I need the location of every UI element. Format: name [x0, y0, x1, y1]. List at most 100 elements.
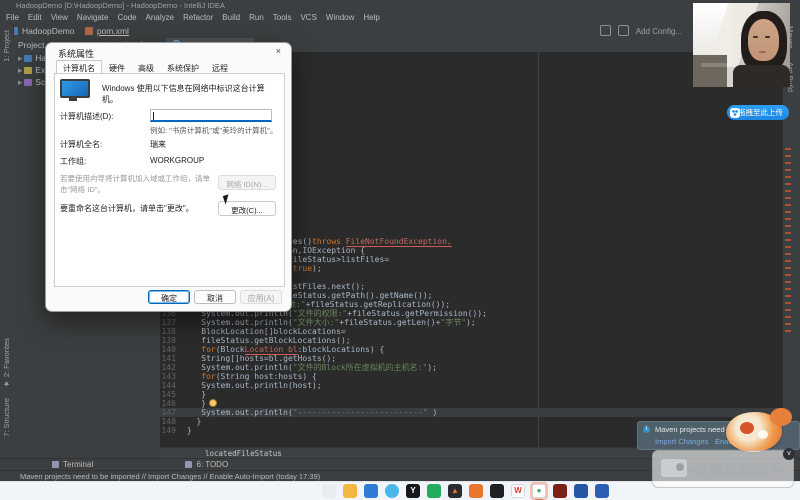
- chevron-right-icon: ▸: [18, 65, 22, 75]
- network-id-help-text: 若要使用向导将计算机加入域或工作组，请单击"网络 ID"。: [60, 173, 210, 195]
- intellij-idea-icon[interactable]: [490, 484, 504, 498]
- webcam-overlay: [693, 3, 790, 87]
- menu-run[interactable]: Run: [249, 13, 264, 22]
- blue-app-icon[interactable]: [574, 484, 588, 498]
- menu-code[interactable]: Code: [117, 13, 136, 22]
- mascot-sticker: [718, 408, 796, 454]
- share-icon: [730, 108, 740, 118]
- computer-description-label: 计算机描述(D):: [60, 111, 113, 122]
- info-icon: i: [643, 426, 650, 433]
- intention-bulb-icon[interactable]: [209, 399, 217, 407]
- dialog-title: 系统属性: [58, 47, 94, 60]
- ok-button[interactable]: 确定: [148, 290, 190, 304]
- menu-refactor[interactable]: Refactor: [183, 13, 213, 22]
- code-line: 142 System.out.println("文件的Block所在虚拟机的主机…: [160, 363, 782, 372]
- tool-tab-terminal[interactable]: Terminal: [52, 460, 93, 469]
- folder-icon[interactable]: [343, 484, 357, 498]
- screen-recorder-icon[interactable]: ●: [532, 484, 546, 498]
- code-line: 145 }: [160, 390, 782, 399]
- full-name-value: 瑞来: [150, 139, 166, 150]
- menu-edit[interactable]: Edit: [28, 13, 42, 22]
- person-face: [748, 19, 779, 61]
- watermark-text: 全能录屏助手: [693, 460, 783, 480]
- darkred-app-icon[interactable]: [553, 484, 567, 498]
- camera-icon: [661, 459, 687, 477]
- menu-view[interactable]: View: [51, 13, 68, 22]
- tool-tab-structure[interactable]: 7: Structure: [2, 398, 11, 437]
- code-line: 143 for(String host:hosts) {: [160, 372, 782, 381]
- matlab-icon[interactable]: ▲: [448, 484, 462, 498]
- text-caret: [153, 112, 154, 120]
- todo-icon: [185, 461, 192, 468]
- code-line: 139 fileStatus.getBlockLocations();: [160, 336, 782, 345]
- full-name-label: 计算机全名:: [60, 139, 102, 150]
- word-app-icon[interactable]: [595, 484, 609, 498]
- store-icon[interactable]: [364, 484, 378, 498]
- menu-help[interactable]: Help: [363, 13, 379, 22]
- person-eye: [765, 36, 770, 38]
- office-cube-icon[interactable]: [469, 484, 483, 498]
- dialog-close-icon[interactable]: ×: [276, 46, 281, 56]
- network-id-button[interactable]: 网络 ID(N)...: [218, 175, 276, 190]
- tool-tab-favorites[interactable]: ★ 2: Favorites: [2, 338, 11, 388]
- workgroup-value: WORKGROUP: [150, 156, 204, 165]
- code-line: 137 System.out.println("文件大小:"+fileStatu…: [160, 318, 782, 327]
- wrench-icon: [618, 25, 629, 36]
- chevron-right-icon: ▸: [18, 77, 22, 87]
- computer-monitor-icon: [60, 79, 90, 98]
- maven-file-icon: [85, 27, 93, 35]
- edge-browser-icon[interactable]: [385, 484, 399, 498]
- code-line: 147 System.out.println("----------------…: [160, 408, 782, 417]
- recorder-watermark: 全能录屏助手: [652, 450, 794, 488]
- cancel-button[interactable]: 取消: [194, 290, 236, 304]
- furniture: [693, 55, 727, 87]
- tool-tab-todo[interactable]: 6: TODO: [185, 460, 228, 469]
- run-config-area[interactable]: Add Config...: [600, 25, 682, 38]
- system-properties-dialog: 系统属性 × 计算机名硬件高级系统保护远程 Windows 使用以下信息在网络中…: [45, 42, 292, 312]
- shelf: [701, 63, 727, 67]
- green-app-icon[interactable]: [427, 484, 441, 498]
- code-line: 138 BlockLocation[]blockLocations=: [160, 327, 782, 336]
- apply-button[interactable]: 应用(A): [240, 290, 282, 304]
- person-mouth: [759, 51, 766, 53]
- code-line: 141 String[]hosts=bl.getHosts();: [160, 354, 782, 363]
- menu-window[interactable]: Window: [326, 13, 354, 22]
- rename-help-text: 要重命名这台计算机，请单击"更改"。: [60, 203, 220, 214]
- drag-upload-button[interactable]: 拖拽至此上传: [727, 105, 789, 120]
- dialog-tabs: 计算机名硬件高级系统保护远程: [56, 60, 235, 74]
- add-configuration-button[interactable]: Add Config...: [636, 27, 682, 36]
- code-line: 140 for(BlockLocation bl:blockLocations)…: [160, 345, 782, 354]
- menu-vcs[interactable]: VCS: [300, 13, 316, 22]
- code-line: 144 System.out.println(host);: [160, 381, 782, 390]
- v-badge-icon: v: [783, 448, 795, 460]
- import-changes-link[interactable]: Import Changes: [655, 437, 708, 446]
- chevron-right-icon: ▸: [18, 53, 22, 63]
- menu-file[interactable]: File: [6, 13, 19, 22]
- person-body: [733, 65, 790, 87]
- folder-icon: [24, 55, 32, 62]
- computer-description-input[interactable]: [150, 109, 272, 122]
- menu-build[interactable]: Build: [222, 13, 240, 22]
- screens-icon: [600, 25, 611, 36]
- menu-bar: File Edit View Navigate Code Analyze Refactor B…: [0, 12, 800, 24]
- folder-icon: [24, 79, 32, 86]
- window-title: HadoopDemo [D:\HadoopDemo] - HadoopDemo …: [0, 0, 800, 12]
- description-example-hint: 例如: "书房计算机"或"美玲的计算机"。: [150, 125, 277, 136]
- file-crumb[interactable]: pom.xml: [85, 26, 129, 36]
- app-y-icon[interactable]: Y: [406, 484, 420, 498]
- wps-icon[interactable]: W: [511, 484, 525, 498]
- project-crumb[interactable]: HadoopDemo: [10, 26, 74, 36]
- dialog-intro-text: Windows 使用以下信息在网络中标识这台计算机。: [102, 83, 267, 105]
- workgroup-label: 工作组:: [60, 156, 86, 167]
- menu-analyze[interactable]: Analyze: [146, 13, 174, 22]
- folder-icon: [24, 67, 32, 74]
- menu-navigate[interactable]: Navigate: [77, 13, 109, 22]
- person-eye: [753, 36, 758, 38]
- menu-tools[interactable]: Tools: [273, 13, 292, 22]
- screen: HadoopDemo [D:\HadoopDemo] - HadoopDemo …: [0, 0, 800, 500]
- error-stripe[interactable]: [785, 148, 791, 333]
- tool-tab-project[interactable]: 1: Project: [2, 30, 11, 62]
- file-explorer-icon[interactable]: [322, 484, 336, 498]
- terminal-icon: [52, 461, 59, 468]
- code-line: 146 }: [160, 399, 782, 408]
